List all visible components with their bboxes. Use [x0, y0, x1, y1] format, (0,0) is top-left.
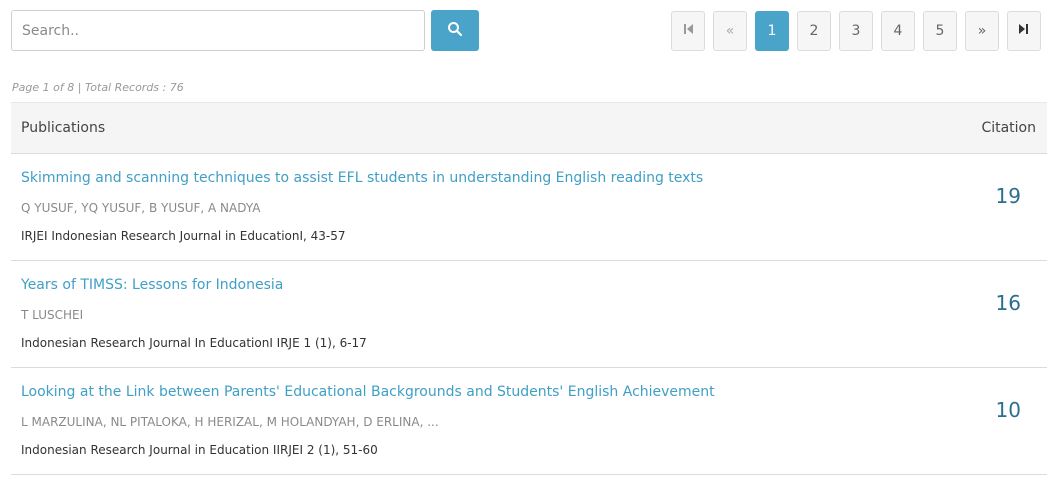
citation-count[interactable]: 10	[996, 398, 1021, 422]
citation-count[interactable]: 19	[996, 184, 1021, 208]
publication-title-link[interactable]: Looking at the Link between Parents' Edu…	[21, 384, 715, 400]
publication-venue: IRJEI Indonesian Research Journal in Edu…	[21, 229, 346, 243]
publication-authors: Q YUSUF, YQ YUSUF, B YUSUF, A NADYA	[21, 201, 261, 215]
publication-authors: L MARZULINA, NL PITALOKA, H HERIZAL, M H…	[21, 415, 439, 429]
page-info: Page 1 of 8 | Total Records : 76	[12, 81, 184, 94]
last-page-button[interactable]	[1007, 11, 1041, 51]
page-button-3[interactable]: 3	[839, 11, 873, 51]
next-page-button[interactable]: »	[965, 11, 999, 51]
pagination: « 1 2 3 4 5 »	[671, 11, 1041, 51]
table-row: Looking at the Link between Parents' Edu…	[11, 368, 1047, 475]
search-input[interactable]	[11, 10, 425, 51]
prev-page-button[interactable]: «	[713, 11, 747, 51]
page-button-4[interactable]: 4	[881, 11, 915, 51]
publication-title-link[interactable]: Skimming and scanning techniques to assi…	[21, 170, 703, 186]
last-page-icon	[1018, 23, 1030, 39]
table-row: Skimming and scanning techniques to assi…	[11, 154, 1047, 261]
first-page-button[interactable]	[671, 11, 705, 51]
search-icon	[447, 21, 463, 40]
header-citation[interactable]: Citation	[981, 120, 1036, 136]
publication-authors: T LUSCHEI	[21, 308, 84, 322]
page-button-1[interactable]: 1	[755, 11, 789, 51]
table-row: Years of TIMSS: Lessons for Indonesia T …	[11, 261, 1047, 368]
header-publications[interactable]: Publications	[21, 120, 105, 136]
publications-table: Publications Citation Skimming and scann…	[11, 102, 1047, 475]
publication-title-link[interactable]: Years of TIMSS: Lessons for Indonesia	[21, 277, 283, 293]
publication-venue: Indonesian Research Journal in Education…	[21, 443, 378, 457]
page-button-5[interactable]: 5	[923, 11, 957, 51]
publication-venue: Indonesian Research Journal In Education…	[21, 336, 367, 350]
table-header: Publications Citation	[11, 102, 1047, 154]
page-button-2[interactable]: 2	[797, 11, 831, 51]
first-page-icon	[682, 23, 694, 39]
citation-count[interactable]: 16	[996, 291, 1021, 315]
search-button[interactable]	[431, 10, 479, 51]
